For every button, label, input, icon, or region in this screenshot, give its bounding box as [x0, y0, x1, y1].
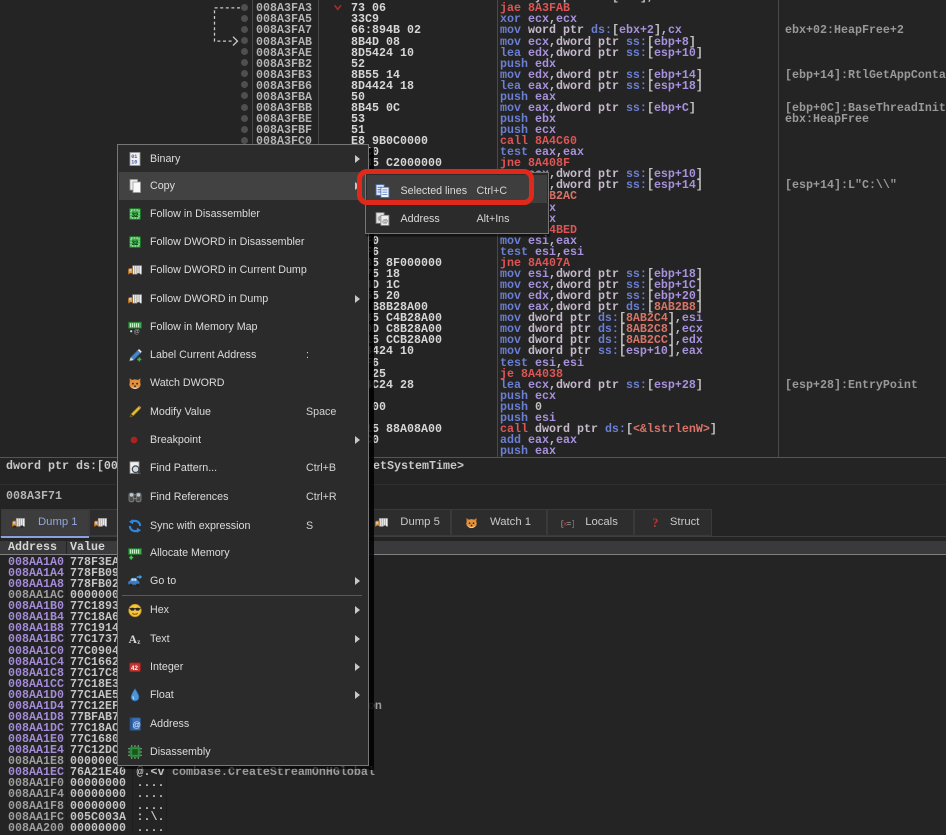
svg-text:42: 42	[131, 665, 138, 672]
svg-text:32: 32	[132, 213, 139, 219]
svg-text:@: @	[132, 719, 141, 729]
svg-text:@: @	[382, 219, 388, 225]
svg-text:z: z	[137, 638, 140, 646]
svg-text:?: ?	[652, 516, 658, 530]
svg-text:@: @	[134, 329, 140, 334]
svg-text:=]: =]	[567, 521, 574, 529]
svg-text:32: 32	[132, 241, 139, 247]
svg-text:10: 10	[131, 159, 137, 165]
svg-text:A: A	[129, 634, 138, 646]
